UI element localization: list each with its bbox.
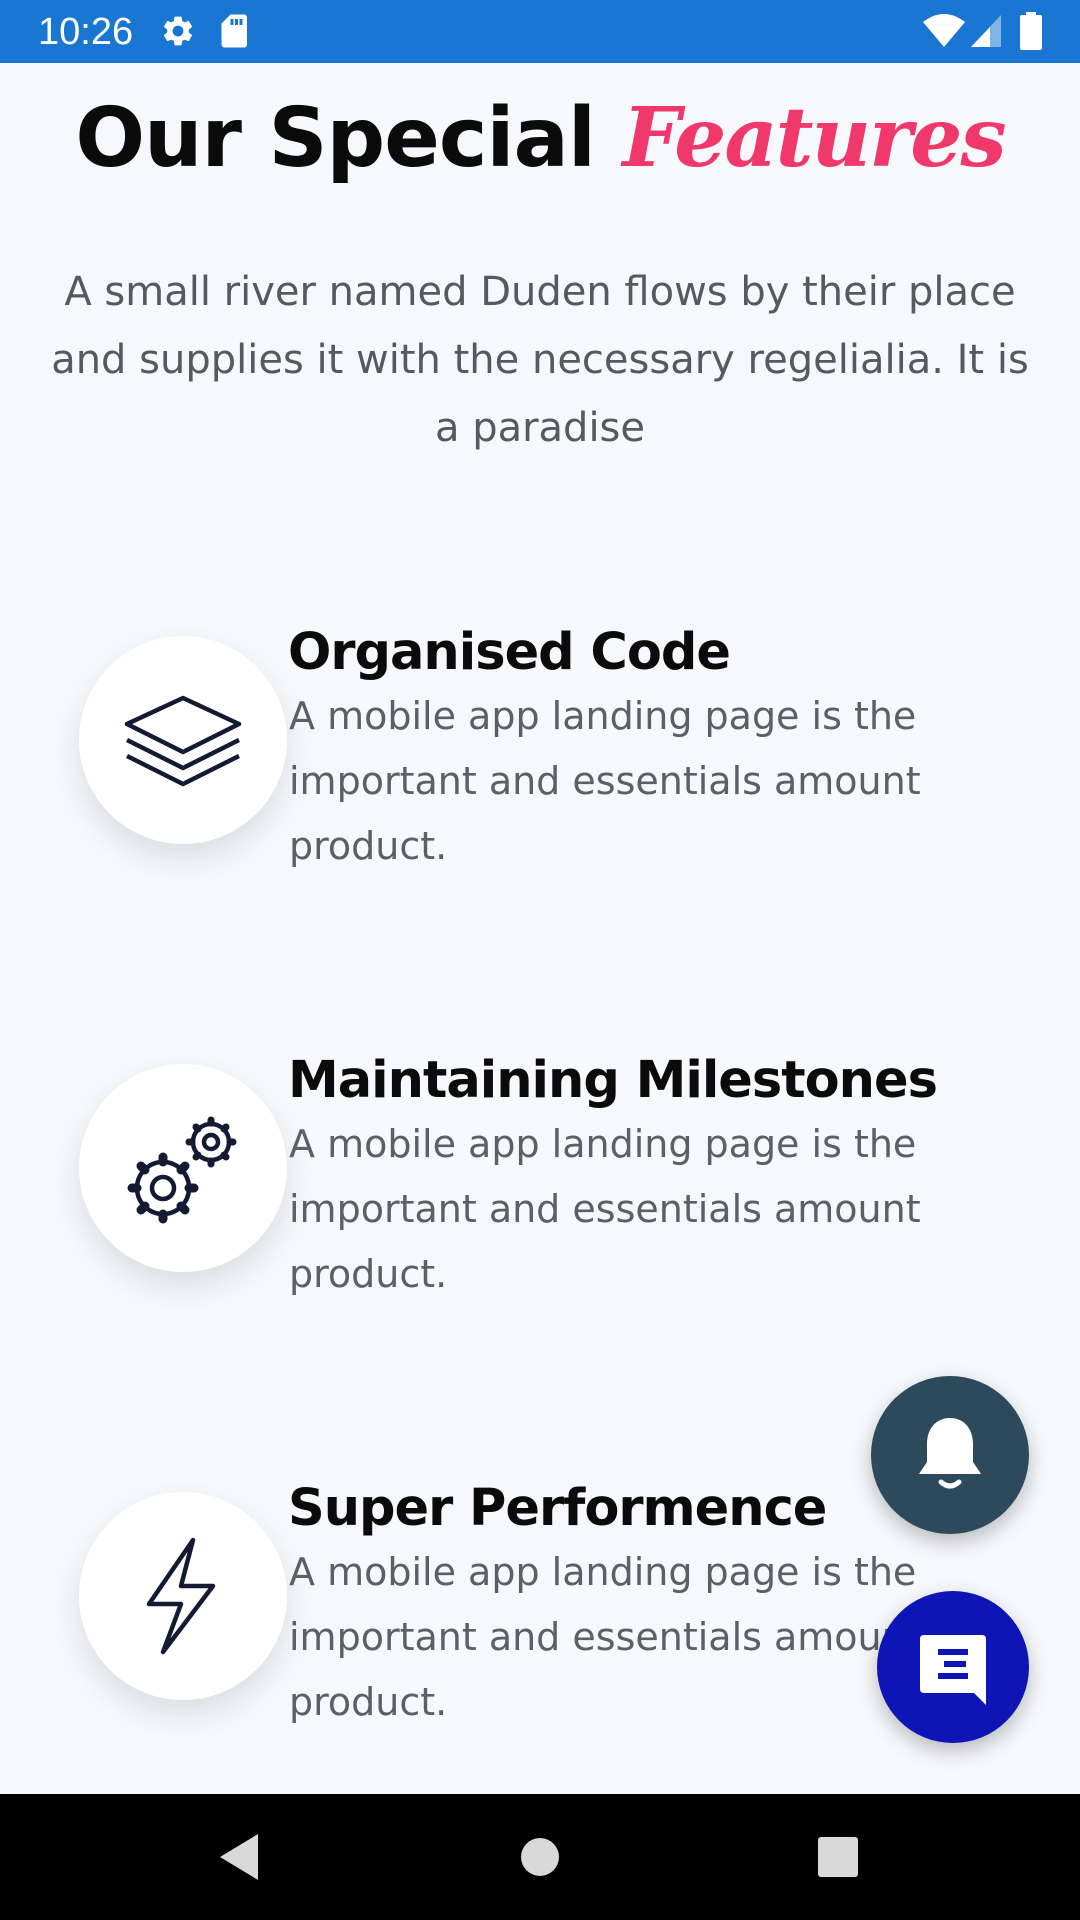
feature-icon-circle [79,1064,287,1272]
notification-button[interactable] [871,1376,1029,1534]
settings-gear-icon [160,13,196,49]
layers-icon [124,695,242,787]
lightning-bolt-icon [146,1537,216,1655]
home-icon [521,1838,559,1876]
bell-icon [919,1418,981,1489]
feature-icon-circle [79,1492,287,1700]
status-bar: 10:26 [0,0,1080,63]
feature-title: Maintaining Milestones [288,1051,938,1110]
battery-icon [1020,12,1042,50]
feature-item: Organised Code A mobile app landing page… [0,622,1080,882]
feature-icon-circle [79,636,287,844]
page-title-accent: Features [622,90,1007,186]
screen: 10:26 Our Special Features A small river… [0,0,1080,1920]
status-time: 10:26 [38,11,134,53]
wifi-icon [922,14,966,48]
back-button[interactable] [208,1824,274,1890]
cell-signal-icon [970,14,1002,48]
feature-description: A mobile app landing page is the importa… [289,694,921,868]
recents-icon [818,1837,858,1877]
navigation-bar [0,1794,1080,1920]
chat-button[interactable] [877,1591,1029,1743]
page-title: Our Special Features [0,83,1080,193]
feature-description: A mobile app landing page is the importa… [289,1122,921,1296]
chat-icon [920,1635,986,1705]
intro-text: A small river named Duden flows by their… [51,269,1029,451]
recents-button[interactable] [805,1824,871,1890]
sd-card-icon [220,13,250,49]
feature-item: Maintaining Milestones A mobile app land… [0,1050,1080,1310]
feature-description: A mobile app landing page is the importa… [289,1550,921,1724]
feature-title: Organised Code [288,623,731,682]
page-title-main: Our Special [75,91,596,186]
home-button[interactable] [507,1824,573,1890]
gears-icon [127,1116,237,1224]
back-icon [220,1834,258,1880]
